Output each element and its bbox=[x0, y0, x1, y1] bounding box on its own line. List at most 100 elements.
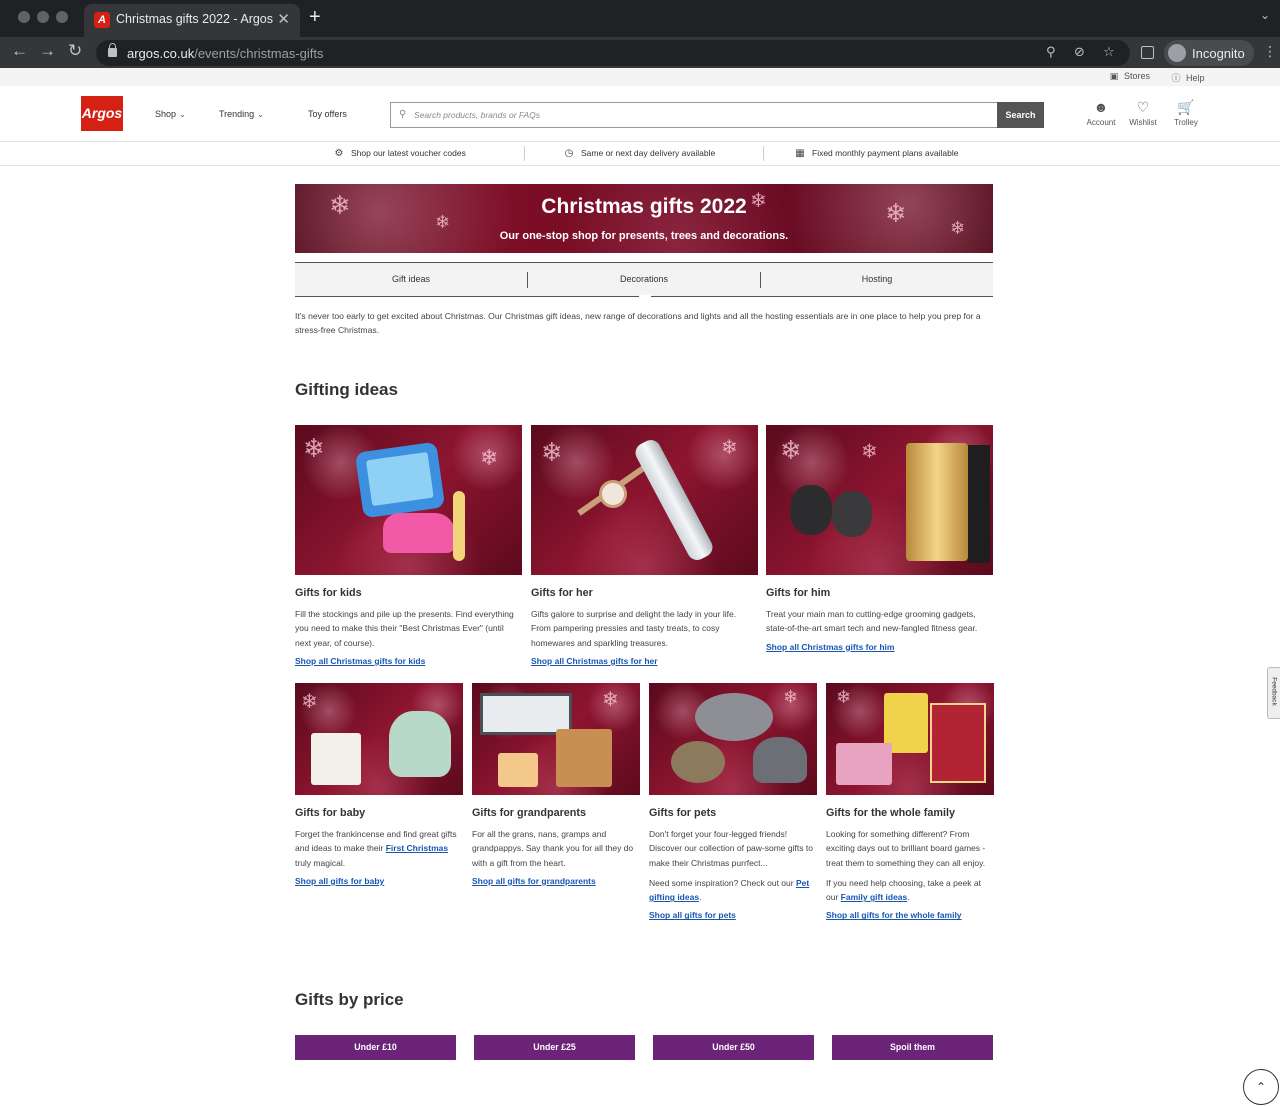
feedback-tab[interactable]: Feedback bbox=[1267, 667, 1280, 719]
under-10-button[interactable]: Under £10 bbox=[295, 1035, 456, 1060]
shop-gifts-for-her-link[interactable]: Shop all Christmas gifts for her bbox=[531, 656, 658, 666]
search-icon: ⚲ bbox=[399, 109, 407, 120]
intro-text: It's never too early to get excited abou… bbox=[295, 311, 981, 335]
wishlist-button[interactable]: ♡ Wishlist bbox=[1121, 98, 1165, 127]
shop-gifts-for-him-link[interactable]: Shop all Christmas gifts for him bbox=[766, 642, 894, 652]
card-description: Looking for something different? From ex… bbox=[826, 829, 986, 868]
store-icon: ▣ bbox=[1109, 71, 1119, 81]
usp-payment-plans[interactable]: ▦ Fixed monthly payment plans available bbox=[794, 148, 958, 159]
gifting-ideas-heading: Gifting ideas bbox=[295, 380, 398, 399]
tab-close-icon[interactable]: ✕ bbox=[277, 10, 290, 28]
tab-gift-ideas[interactable]: Gift ideas bbox=[295, 263, 527, 296]
new-tab-button[interactable]: + bbox=[309, 6, 321, 29]
family-gift-ideas-link[interactable]: Family gift ideas bbox=[841, 892, 908, 902]
card-title: Gifts for kids bbox=[295, 587, 362, 599]
window-minimize-dot[interactable] bbox=[37, 11, 49, 23]
window-maximize-dot[interactable] bbox=[56, 11, 68, 23]
search-button[interactable]: Search bbox=[997, 102, 1044, 128]
nav-toy-offers[interactable]: Toy offers bbox=[308, 109, 347, 119]
account-label: Account bbox=[1086, 118, 1116, 127]
baby-bouncer-image bbox=[389, 711, 451, 777]
site-header: Argos Shop ⌄ Trending ⌄ Toy offers ⚲ Searc… bbox=[0, 86, 1280, 142]
side-panel-icon[interactable] bbox=[1141, 46, 1154, 59]
perfume-bottle-image bbox=[906, 443, 968, 561]
card-description: Gifts galore to surprise and delight the… bbox=[531, 609, 737, 648]
trolley-button[interactable]: 🛒 Trolley bbox=[1164, 98, 1208, 127]
shop-gifts-for-kids-link[interactable]: Shop all Christmas gifts for kids bbox=[295, 656, 425, 666]
nav-shop[interactable]: Shop ⌄ bbox=[155, 109, 186, 119]
tab-search-chevron-icon[interactable]: ⌄ bbox=[1260, 8, 1270, 22]
account-button[interactable]: ☻ Account bbox=[1079, 98, 1123, 127]
first-christmas-link[interactable]: First Christmas bbox=[386, 843, 448, 853]
incognito-icon bbox=[1168, 44, 1186, 62]
back-arrow-icon[interactable]: ← bbox=[11, 41, 28, 61]
browser-tab[interactable]: A Christmas gifts 2022 - Argos ✕ bbox=[84, 4, 300, 37]
watch-image bbox=[599, 480, 627, 508]
incognito-indicator[interactable]: Incognito bbox=[1164, 40, 1254, 66]
argos-logo[interactable]: Argos bbox=[81, 96, 123, 131]
reload-icon[interactable]: ↻ bbox=[68, 41, 82, 61]
zoom-icon[interactable]: ⚲ bbox=[1046, 44, 1056, 60]
pet-bed-image bbox=[695, 693, 773, 741]
browser-toolbar: ← → ↻ argos.co.uk/events/christmas-gifts… bbox=[0, 37, 1280, 68]
nav-trending[interactable]: Trending ⌄ bbox=[219, 109, 264, 119]
forward-arrow-icon[interactable]: → bbox=[39, 41, 56, 61]
under-25-button[interactable]: Under £25 bbox=[474, 1035, 635, 1060]
family-gifts-image[interactable]: ❄ bbox=[826, 683, 994, 795]
tab-decorations[interactable]: Decorations bbox=[528, 263, 760, 296]
stores-link[interactable]: ▣ Stores bbox=[1109, 71, 1150, 82]
hero-banner: ❄ ❄ ❄ ❄ ❄ Christmas gifts 2022 Our one-s… bbox=[295, 184, 993, 253]
card-description: Treat your main man to cutting-edge groo… bbox=[766, 609, 978, 634]
search-input[interactable] bbox=[414, 104, 989, 126]
address-bar[interactable]: argos.co.uk/events/christmas-gifts ⚲ ⊘ ☆ bbox=[96, 40, 1130, 66]
usp-divider bbox=[763, 146, 764, 161]
card-description: Fill the stockings and pile up the prese… bbox=[295, 609, 514, 648]
spoil-them-button[interactable]: Spoil them bbox=[832, 1035, 993, 1060]
kids-gifts-image[interactable]: ❄ ❄ bbox=[295, 425, 522, 575]
snowflake-icon: ❄ bbox=[480, 445, 499, 470]
calendar-icon: ▦ bbox=[795, 148, 805, 159]
baby-gifts-image[interactable]: ❄ bbox=[295, 683, 463, 795]
window-close-dot[interactable] bbox=[18, 11, 30, 23]
card-title: Gifts for grandparents bbox=[472, 807, 586, 819]
eye-slash-icon[interactable]: ⊘ bbox=[1074, 44, 1085, 60]
her-gifts-image[interactable]: ❄ ❄ bbox=[531, 425, 758, 575]
doll-image bbox=[453, 491, 465, 561]
snowflake-icon: ❄ bbox=[836, 687, 852, 707]
card-description: For all the grans, nans, gramps and gran… bbox=[472, 829, 634, 868]
card-gifts-for-her: ❄ ❄ Gifts for her Gifts galore to surpri… bbox=[531, 425, 758, 669]
shop-gifts-for-whole-family-link[interactable]: Shop all gifts for the whole family bbox=[826, 910, 962, 920]
usp-voucher-codes[interactable]: ⚙ Shop our latest voucher codes bbox=[333, 148, 466, 159]
tab-notch bbox=[639, 295, 651, 298]
tab-hosting[interactable]: Hosting bbox=[761, 263, 993, 296]
bookmark-star-icon[interactable]: ☆ bbox=[1103, 44, 1115, 60]
grandparents-gifts-image[interactable]: ❄ bbox=[472, 683, 640, 795]
help-link[interactable]: ⓘ Help bbox=[1171, 71, 1204, 84]
clock-icon: ◷ bbox=[564, 148, 574, 159]
info-icon: ⓘ bbox=[1171, 73, 1181, 83]
shop-gifts-for-baby-link[interactable]: Shop all gifts for baby bbox=[295, 876, 384, 886]
snowflake-icon: ❄ bbox=[861, 441, 878, 463]
him-gifts-image[interactable]: ❄ ❄ bbox=[766, 425, 993, 575]
perfume-box-image bbox=[968, 445, 990, 563]
search-box: ⚲ bbox=[390, 102, 998, 128]
usp-delivery[interactable]: ◷ Same or next day delivery available bbox=[563, 148, 716, 159]
argos-favicon-icon: A bbox=[94, 12, 110, 28]
pets-gifts-image[interactable]: ❄ bbox=[649, 683, 817, 795]
url-text: argos.co.uk/events/christmas-gifts bbox=[127, 46, 324, 61]
under-50-button[interactable]: Under £50 bbox=[653, 1035, 814, 1060]
kebab-menu-icon[interactable]: ⋮ bbox=[1263, 43, 1277, 60]
snowflake-icon: ❄ bbox=[602, 689, 619, 711]
shop-gifts-for-grandparents-link[interactable]: Shop all gifts for grandparents bbox=[472, 876, 596, 886]
card-description: Don't forget your four-legged friends! D… bbox=[649, 829, 813, 868]
shop-gifts-for-pets-link[interactable]: Shop all gifts for pets bbox=[649, 910, 736, 920]
browser-tab-title: Christmas gifts 2022 - Argos bbox=[116, 12, 274, 26]
trolley-label: Trolley bbox=[1174, 118, 1198, 127]
gifts-by-price-heading: Gifts by price bbox=[295, 990, 404, 1009]
lock-icon bbox=[108, 43, 117, 57]
scroll-to-top-button[interactable]: ⌃ bbox=[1243, 1069, 1279, 1105]
usp-strip: ⚙ Shop our latest voucher codes ◷ Same or … bbox=[0, 142, 1280, 166]
snowflake-icon: ❄ bbox=[783, 687, 799, 707]
snowflake-icon: ❄ bbox=[541, 437, 563, 467]
tablet-screen bbox=[365, 451, 434, 507]
